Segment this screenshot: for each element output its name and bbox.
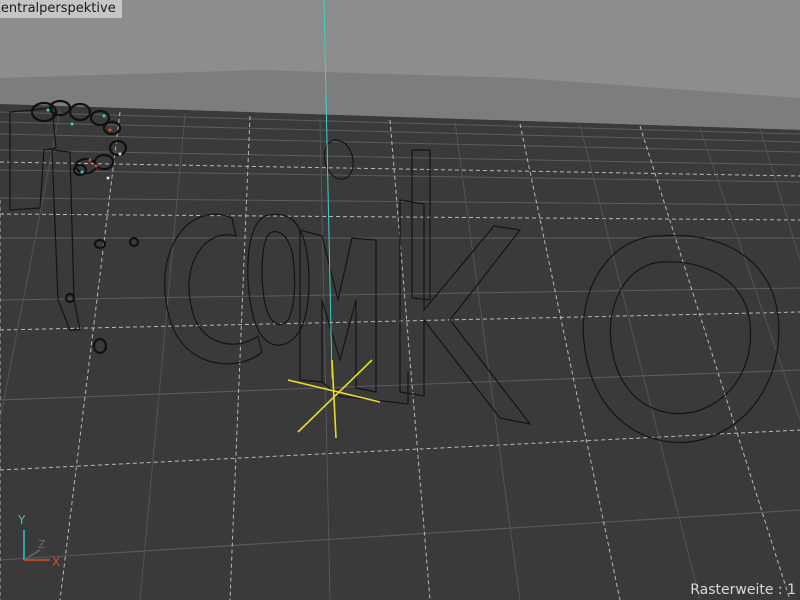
- axis-gizmo-z-line: [23, 549, 41, 561]
- axis-gizmo: Y Z X: [17, 513, 60, 569]
- view-label[interactable]: Zentralperspektive: [0, 0, 122, 18]
- grid-spacing-readout: Rasterweite : 1: [690, 582, 796, 598]
- 3d-viewport[interactable]: Zentralperspektive Y Z X Rasterweite : 1: [0, 0, 800, 600]
- axis-gizmo-x-label: X: [52, 555, 60, 569]
- axis-gizmo-z-label: Z: [38, 538, 46, 551]
- axis-gizmo-y-label: Y: [17, 513, 26, 527]
- viewport-scene[interactable]: [0, 0, 800, 600]
